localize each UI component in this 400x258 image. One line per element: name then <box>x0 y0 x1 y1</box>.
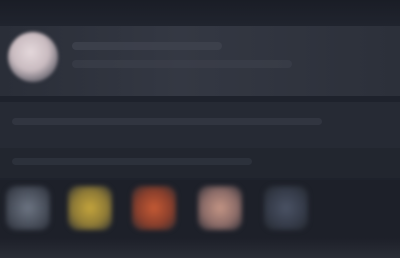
orange-app-icon[interactable] <box>132 186 176 230</box>
bottom-bar <box>0 238 400 258</box>
profile-subtitle <box>72 60 292 68</box>
top-bar <box>0 0 400 26</box>
content-line-2 <box>12 158 252 165</box>
yellow-app-icon[interactable] <box>68 186 112 230</box>
user-avatar-icon[interactable] <box>8 32 58 82</box>
content-line-1 <box>12 118 322 125</box>
profile-name <box>72 42 222 50</box>
pink-app-icon[interactable] <box>198 186 242 230</box>
grey-app-icon[interactable] <box>6 186 50 230</box>
content-section <box>0 102 400 148</box>
slate-app-icon[interactable] <box>264 186 308 230</box>
